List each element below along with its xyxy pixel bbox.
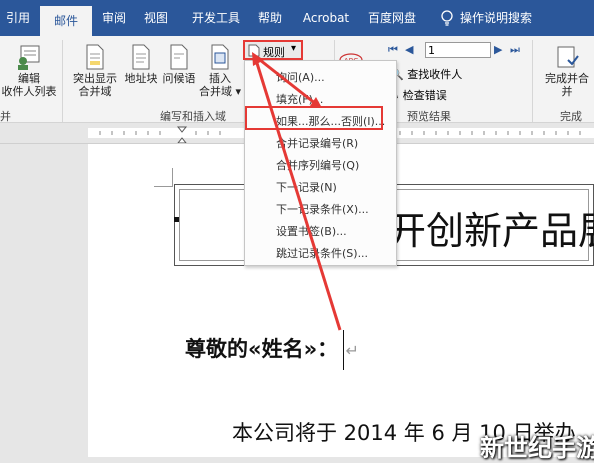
annotation-arrows xyxy=(252,52,342,331)
watermark-text: 新世纪手游 xyxy=(480,434,594,462)
arrow-to-rules xyxy=(254,59,342,331)
